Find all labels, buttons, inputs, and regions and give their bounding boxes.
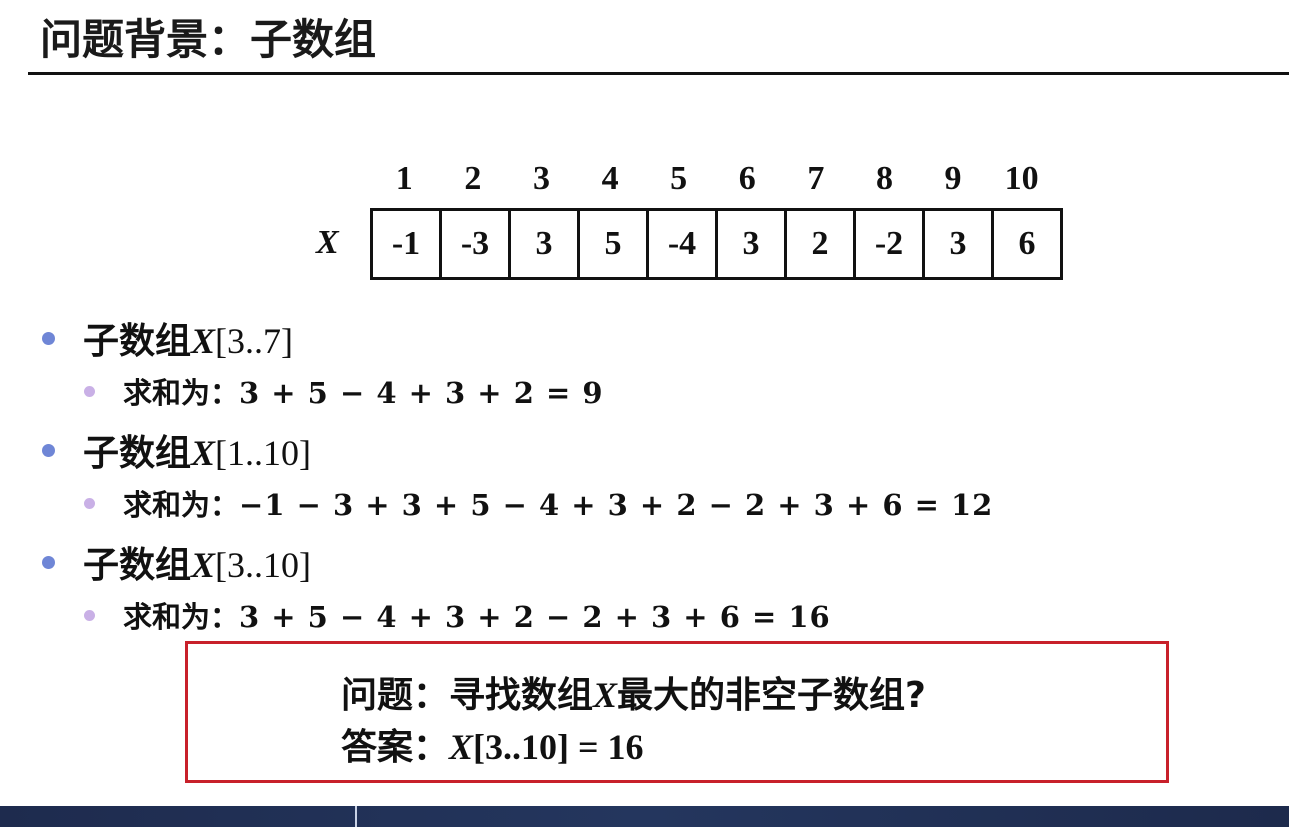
subarray-item: 子数组X[1..10] [42, 424, 311, 476]
sum-item: 求和为：3 + 5 − 4 + 3 + 2 − 2 + 3 + 6 = 16 [84, 594, 831, 636]
question-line: 问题：寻找数组X最大的非空子数组? [341, 675, 926, 716]
subarray-heading: 子数组X[3..7] [83, 321, 294, 362]
array-cells: -1 -3 3 5 -4 3 2 -2 3 6 [370, 208, 1063, 280]
array-index: 8 [875, 160, 893, 197]
array-cell: -3 [442, 211, 511, 277]
bullet-dot [42, 555, 55, 569]
subarray-item: 子数组X[3..10] [42, 536, 311, 588]
bottom-bar-separator [355, 806, 357, 827]
array-cell: -4 [649, 211, 718, 277]
subarray-heading: 子数组X[3..10] [83, 545, 312, 586]
sub-bullet-dot [84, 385, 95, 397]
subarray-heading: 子数组X[1..10] [83, 433, 312, 474]
array-cell: 3 [511, 211, 580, 277]
array-cell: 3 [718, 211, 787, 277]
array-index: 1 [395, 160, 413, 197]
array-cell: 6 [1018, 225, 1036, 262]
sum-line: 求和为：−1 − 3 + 3 + 5 − 4 + 3 + 2 − 2 + 3 +… [123, 488, 994, 522]
array-cell: 5 [580, 211, 649, 277]
answer-line: 答案：X[3..10] = 16 [341, 727, 644, 768]
bullet-dot [42, 331, 55, 345]
array-index: 7 [807, 160, 825, 197]
array-label: X [316, 224, 339, 261]
array-index: 2 [464, 160, 482, 197]
bottom-bar [0, 806, 1289, 827]
question-box: 问题：寻找数组X最大的非空子数组? 答案：X[3..10] = 16 [185, 641, 1169, 783]
sub-bullet-dot [84, 609, 95, 621]
sum-line: 求和为：3 + 5 − 4 + 3 + 2 − 2 + 3 + 6 = 16 [123, 600, 831, 634]
array-index-row: 1 2 3 4 5 6 7 8 9 10 [370, 160, 1056, 198]
array-cell: 2 [787, 211, 856, 277]
sum-line: 求和为：3 + 5 − 4 + 3 + 2 = 9 [123, 376, 604, 410]
sub-bullet-dot [84, 497, 95, 509]
array-index: 10 [1004, 160, 1039, 197]
page-title: 问题背景：子数组 [40, 15, 377, 64]
array-cell: -1 [373, 211, 442, 277]
array-index: 4 [601, 160, 619, 197]
array-index: 5 [670, 160, 688, 197]
array-index: 3 [532, 160, 550, 197]
title-divider [28, 72, 1289, 75]
array-index: 9 [944, 160, 962, 197]
sum-item: 求和为：3 + 5 − 4 + 3 + 2 = 9 [84, 370, 604, 412]
subarray-item: 子数组X[3..7] [42, 312, 293, 364]
bullet-dot [42, 443, 55, 457]
array-cell: -2 [856, 211, 925, 277]
array-index: 6 [738, 160, 756, 197]
array-cell: 3 [925, 211, 994, 277]
sum-item: 求和为：−1 − 3 + 3 + 5 − 4 + 3 + 2 − 2 + 3 +… [84, 482, 993, 524]
